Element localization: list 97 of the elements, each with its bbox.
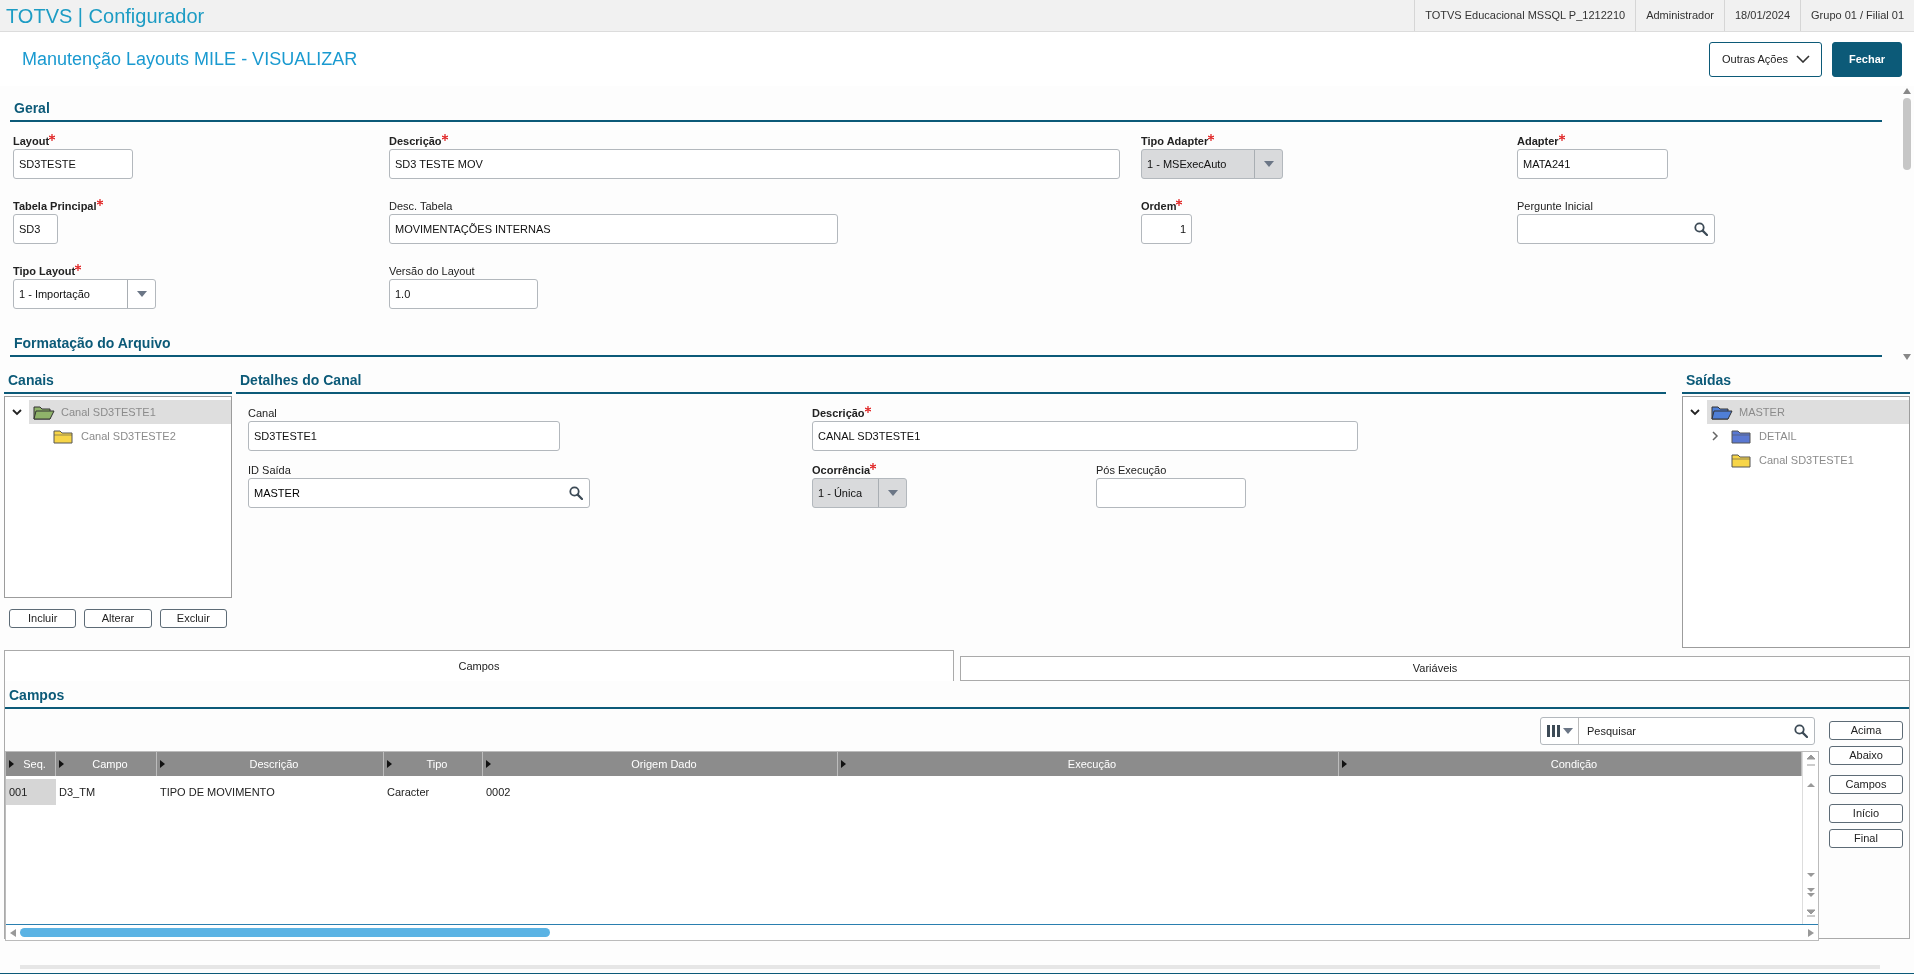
table-cell-text: D3_TM xyxy=(58,784,97,800)
field-label: Descrição xyxy=(812,406,865,420)
scroll-down-icon[interactable] xyxy=(1903,354,1911,360)
lookup-field[interactable]: MASTER xyxy=(248,478,590,508)
input-field[interactable] xyxy=(1096,478,1246,508)
scroll-right-icon[interactable] xyxy=(1808,928,1814,937)
chevron-right-icon[interactable] xyxy=(1709,430,1721,442)
header-info-text: 18/01/2024 xyxy=(1724,0,1801,31)
chevron-down-icon xyxy=(1796,55,1811,63)
section-title: Detalhes do Canal xyxy=(240,372,362,388)
input-field[interactable]: CANAL SD3TESTE1 xyxy=(812,421,1358,451)
row-indicator-cell[interactable]: 001 xyxy=(6,779,56,805)
caret-icon xyxy=(136,291,147,297)
required-asterisk-icon xyxy=(864,406,871,414)
sort-arrow-icon[interactable] xyxy=(160,760,165,768)
input-field[interactable]: 1 xyxy=(1141,214,1192,244)
table-cell-text: Caracter xyxy=(386,784,431,800)
sort-arrow-icon[interactable] xyxy=(1342,760,1347,768)
action-button[interactable]: Abaixo xyxy=(1829,746,1903,765)
field-label: ID Saída xyxy=(248,463,291,477)
scroll-left-icon[interactable] xyxy=(10,928,16,937)
caret-icon xyxy=(1263,161,1274,167)
input-field[interactable]: SD3 xyxy=(13,214,58,244)
input-field[interactable]: 1.0 xyxy=(389,279,538,309)
required-asterisk-icon xyxy=(1176,199,1183,207)
section-title: Geral xyxy=(14,100,50,116)
action-button[interactable]: Alterar xyxy=(84,609,152,628)
input-field[interactable]: SD3TESTE1 xyxy=(248,421,560,451)
tab[interactable]: Variáveis xyxy=(960,656,1910,681)
search-icon[interactable] xyxy=(1794,724,1808,738)
dropdown-field[interactable]: 1 - Importação xyxy=(13,279,156,309)
field-label: Versão do Layout xyxy=(389,264,475,278)
sort-arrow-icon[interactable] xyxy=(841,760,846,768)
header-info-text: Grupo 01 / Filial 01 xyxy=(1800,0,1914,31)
page-title: Manutenção Layouts MILE - VISUALIZAR xyxy=(22,47,358,71)
field-label: Tabela Principal xyxy=(13,199,97,213)
required-asterisk-icon xyxy=(49,134,56,142)
scrollbar-thumb[interactable] xyxy=(20,928,550,937)
field-label: Tipo Layout xyxy=(13,264,76,278)
header-info-text: Administrador xyxy=(1635,0,1724,31)
field-label: Adapter xyxy=(1517,134,1559,148)
lookup-input[interactable]: MASTER xyxy=(254,484,569,502)
table-cell-text: 0002 xyxy=(485,784,512,800)
required-asterisk-icon xyxy=(96,199,103,207)
sort-arrow-icon[interactable] xyxy=(9,760,14,768)
actions-dropdown-button[interactable]: Outras Ações xyxy=(1709,41,1822,77)
required-asterisk-icon xyxy=(441,134,448,142)
action-button[interactable]: Acima xyxy=(1829,721,1903,740)
tab[interactable]: Campos xyxy=(4,650,954,681)
sort-arrow-icon[interactable] xyxy=(486,760,491,768)
tree-item[interactable]: Canal SD3TESTE2 xyxy=(49,424,231,448)
field-label: Descrição xyxy=(389,134,442,148)
field-label: Pós Execução xyxy=(1096,463,1167,477)
tree-item[interactable]: DETAIL xyxy=(1727,424,1909,448)
field-label: Tipo Adapter xyxy=(1141,134,1209,148)
field-label: Layout xyxy=(13,134,50,148)
action-button[interactable]: Início xyxy=(1829,804,1903,823)
columns-icon[interactable] xyxy=(1547,725,1560,737)
scrollbar-thumb[interactable] xyxy=(1903,98,1911,170)
caret-icon xyxy=(1563,728,1573,734)
action-button[interactable]: Incluir xyxy=(9,609,77,628)
app-title: TOTVS | Configurador xyxy=(5,3,205,29)
tree-item[interactable]: Canal SD3TESTE1 xyxy=(1727,448,1909,472)
table-cell-text: TIPO DE MOVIMENTO xyxy=(159,784,276,800)
section-title: Canais xyxy=(8,372,54,388)
field-label: Desc. Tabela xyxy=(389,199,453,213)
section-title: Formatação do Arquivo xyxy=(14,335,171,351)
action-button[interactable]: Campos xyxy=(1829,775,1903,794)
search-field[interactable]: Pesquisar xyxy=(1540,717,1815,745)
field-label: Pergunte Inicial xyxy=(1517,199,1593,213)
field-label: Ocorrência xyxy=(812,463,871,477)
chevron-down-icon[interactable] xyxy=(11,406,23,418)
input-field[interactable]: SD3TESTE xyxy=(13,149,133,179)
field-label: Canal xyxy=(248,406,277,420)
lookup-field[interactable] xyxy=(1517,214,1715,244)
required-asterisk-icon xyxy=(1558,134,1565,142)
search-icon[interactable] xyxy=(569,486,583,500)
section-title: Campos xyxy=(9,687,65,703)
action-button[interactable]: Final xyxy=(1829,829,1903,848)
required-asterisk-icon xyxy=(75,264,82,272)
close-button[interactable]: Fechar xyxy=(1832,41,1902,77)
scroll-up-icon[interactable] xyxy=(1903,88,1911,94)
input-field[interactable]: SD3 TESTE MOV xyxy=(389,149,1120,179)
caret-icon xyxy=(887,490,898,496)
search-icon[interactable] xyxy=(1694,222,1708,236)
sort-arrow-icon[interactable] xyxy=(59,760,64,768)
chevron-down-icon[interactable] xyxy=(1689,406,1701,418)
section-title: Saídas xyxy=(1686,372,1732,388)
input-field[interactable]: MOVIMENTAÇÕES INTERNAS xyxy=(389,214,838,244)
header-info-text: TOTVS Educacional MSSQL P_1212210 xyxy=(1414,0,1636,31)
sort-arrow-icon[interactable] xyxy=(387,760,392,768)
input-field[interactable]: MATA241 xyxy=(1517,149,1668,179)
search-input[interactable]: Pesquisar xyxy=(1585,721,1788,741)
field-label: Ordem xyxy=(1141,199,1177,213)
required-asterisk-icon xyxy=(870,463,877,471)
required-asterisk-icon xyxy=(1208,134,1215,142)
action-button[interactable]: Excluir xyxy=(159,609,227,628)
